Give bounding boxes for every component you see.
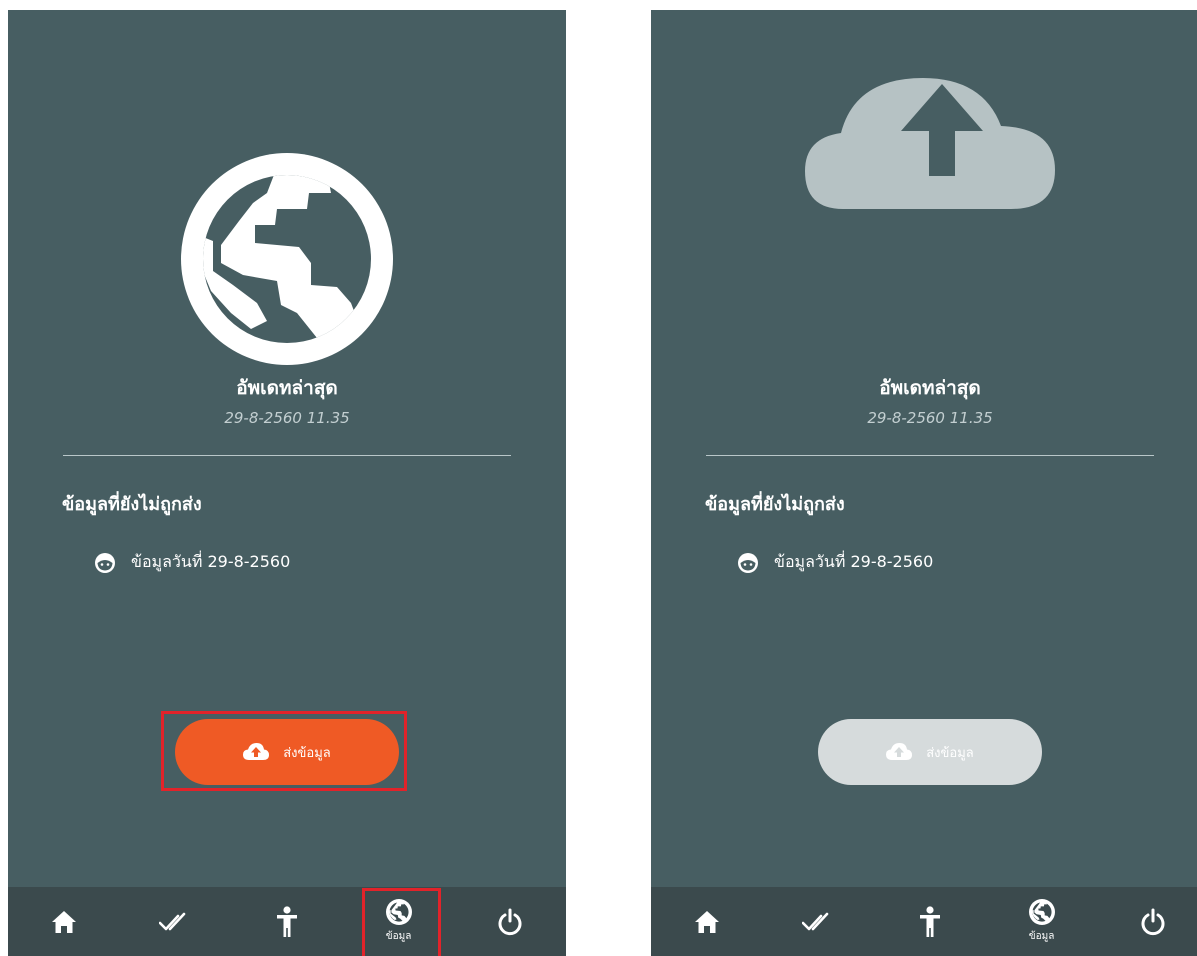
hero-globe-icon xyxy=(8,153,566,365)
home-icon xyxy=(694,910,719,933)
person-icon xyxy=(919,905,940,937)
unsent-data-item-label: ข้อมูลวันที่ 29-8-2560 xyxy=(774,552,934,571)
nav-activity[interactable] xyxy=(900,887,960,956)
nav-home[interactable] xyxy=(677,887,737,956)
hero-cloud-upload-icon xyxy=(651,78,1197,213)
nav-logout[interactable] xyxy=(1123,887,1183,956)
send-data-button-label: ส่งข้อมูล xyxy=(926,745,974,761)
phone-screen-send-enabled: อัพเดทล่าสุด 29-8-2560 11.35 ข้อมูลที่ยั… xyxy=(8,10,566,956)
nav-data-label: ข้อมูล xyxy=(385,931,412,942)
bottom-navigation: ข้อมูล xyxy=(651,887,1197,956)
cloud-upload-icon xyxy=(886,743,913,760)
globe-icon xyxy=(1028,899,1055,925)
last-update-time: 29-8-2560 11.35 xyxy=(867,409,993,427)
unsent-data-item[interactable]: ข้อมูลวันที่ 29-8-2560 xyxy=(94,550,290,575)
send-data-button-label: ส่งข้อมูล xyxy=(283,745,331,761)
last-update-title: อัพเดทล่าสุด xyxy=(879,377,981,399)
unsent-data-heading: ข้อมูลที่ยังไม่ถูกส่ง xyxy=(705,494,845,515)
bottom-navigation: ข้อมูล xyxy=(8,887,566,956)
send-data-button-disabled[interactable]: ส่งข้อมูล xyxy=(818,719,1042,785)
nav-logout[interactable] xyxy=(480,887,540,956)
unsent-data-heading: ข้อมูลที่ยังไม่ถูกส่ง xyxy=(62,494,202,515)
home-icon xyxy=(51,910,76,933)
nav-checklist[interactable] xyxy=(788,887,848,956)
last-update-time: 29-8-2560 11.35 xyxy=(224,409,350,427)
unsent-data-item-label: ข้อมูลวันที่ 29-8-2560 xyxy=(131,552,291,571)
face-icon xyxy=(95,552,115,573)
nav-data-label: ข้อมูล xyxy=(1028,931,1055,942)
power-icon xyxy=(498,908,522,935)
globe-icon xyxy=(385,899,412,925)
nav-activity[interactable] xyxy=(257,887,317,956)
nav-home[interactable] xyxy=(34,887,94,956)
divider xyxy=(706,455,1154,456)
phone-screen-uploading: อัพเดทล่าสุด 29-8-2560 11.35 ข้อมูลที่ยั… xyxy=(651,10,1197,956)
double-check-icon xyxy=(802,912,829,930)
cloud-upload-icon xyxy=(243,743,270,760)
face-icon xyxy=(738,552,758,573)
person-icon xyxy=(276,905,297,937)
send-data-button[interactable]: ส่งข้อมูล xyxy=(175,719,399,785)
double-check-icon xyxy=(159,912,186,930)
nav-data[interactable]: ข้อมูล xyxy=(1012,887,1072,956)
last-update-title: อัพเดทล่าสุด xyxy=(236,377,338,399)
nav-data[interactable]: ข้อมูล xyxy=(369,887,429,956)
unsent-data-item[interactable]: ข้อมูลวันที่ 29-8-2560 xyxy=(737,550,933,575)
power-icon xyxy=(1141,908,1165,935)
divider xyxy=(63,455,511,456)
nav-checklist[interactable] xyxy=(145,887,205,956)
